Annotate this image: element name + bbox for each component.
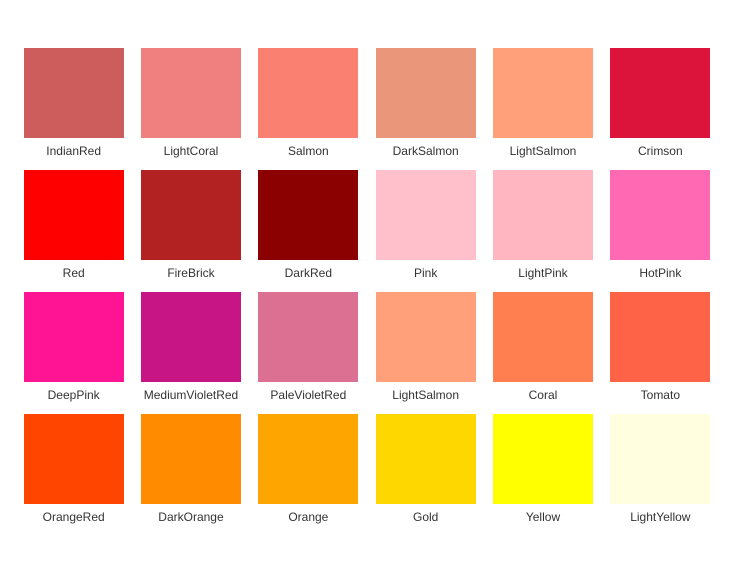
color-swatch [141, 170, 241, 260]
color-swatch [24, 414, 124, 504]
color-swatch [258, 170, 358, 260]
color-cell[interactable]: Pink [372, 170, 479, 280]
color-swatch [493, 292, 593, 382]
color-label: DarkRed [285, 266, 332, 280]
color-label: Crimson [638, 144, 683, 158]
color-label: LightPink [518, 266, 567, 280]
color-label: OrangeRed [43, 510, 105, 524]
color-label: Pink [414, 266, 437, 280]
color-cell[interactable]: Crimson [607, 48, 714, 158]
color-swatch [610, 170, 710, 260]
color-label: LightSalmon [392, 388, 459, 402]
color-swatch [258, 48, 358, 138]
color-label: DarkOrange [158, 510, 223, 524]
color-swatch [610, 48, 710, 138]
color-swatch [493, 414, 593, 504]
color-swatch [24, 170, 124, 260]
color-label: PaleVioletRed [270, 388, 346, 402]
color-label: IndianRed [46, 144, 101, 158]
color-swatch [610, 292, 710, 382]
color-swatch [141, 48, 241, 138]
color-cell[interactable]: IndianRed [20, 48, 127, 158]
color-label: Coral [529, 388, 558, 402]
color-swatch [493, 48, 593, 138]
color-swatch [141, 292, 241, 382]
color-swatch [610, 414, 710, 504]
color-swatch [258, 414, 358, 504]
color-label: MediumVioletRed [144, 388, 239, 402]
color-grid: IndianRed LightCoral Salmon DarkSalmon Light… [0, 28, 734, 544]
color-swatch [493, 170, 593, 260]
color-label: FireBrick [167, 266, 214, 280]
color-cell[interactable]: Orange [255, 414, 362, 524]
color-label: HotPink [639, 266, 681, 280]
color-swatch [24, 292, 124, 382]
color-cell[interactable]: HotPink [607, 170, 714, 280]
color-cell[interactable]: FireBrick [137, 170, 244, 280]
color-cell[interactable]: Red [20, 170, 127, 280]
color-swatch [24, 48, 124, 138]
color-cell[interactable]: DeepPink [20, 292, 127, 402]
color-label: DeepPink [48, 388, 100, 402]
color-cell[interactable]: PaleVioletRed [255, 292, 362, 402]
color-label: Gold [413, 510, 438, 524]
color-cell[interactable]: DarkSalmon [372, 48, 479, 158]
color-label: Tomato [641, 388, 680, 402]
color-cell[interactable]: OrangeRed [20, 414, 127, 524]
color-swatch [376, 170, 476, 260]
color-swatch [376, 292, 476, 382]
color-cell[interactable]: LightSalmon [372, 292, 479, 402]
color-label: Orange [288, 510, 328, 524]
color-cell[interactable]: Gold [372, 414, 479, 524]
color-cell[interactable]: Tomato [607, 292, 714, 402]
color-cell[interactable]: MediumVioletRed [137, 292, 244, 402]
color-cell[interactable]: DarkRed [255, 170, 362, 280]
color-cell[interactable]: LightPink [489, 170, 596, 280]
color-cell[interactable]: LightSalmon [489, 48, 596, 158]
color-label: Yellow [526, 510, 560, 524]
color-label: Salmon [288, 144, 329, 158]
color-cell[interactable]: Coral [489, 292, 596, 402]
color-cell[interactable]: LightYellow [607, 414, 714, 524]
color-label: DarkSalmon [393, 144, 459, 158]
color-label: Red [63, 266, 85, 280]
color-swatch [258, 292, 358, 382]
color-swatch [376, 414, 476, 504]
color-cell[interactable]: DarkOrange [137, 414, 244, 524]
color-label: LightYellow [630, 510, 690, 524]
color-label: LightSalmon [510, 144, 577, 158]
color-swatch [376, 48, 476, 138]
color-swatch [141, 414, 241, 504]
color-label: LightCoral [164, 144, 219, 158]
color-cell[interactable]: Yellow [489, 414, 596, 524]
color-cell[interactable]: Salmon [255, 48, 362, 158]
color-cell[interactable]: LightCoral [137, 48, 244, 158]
